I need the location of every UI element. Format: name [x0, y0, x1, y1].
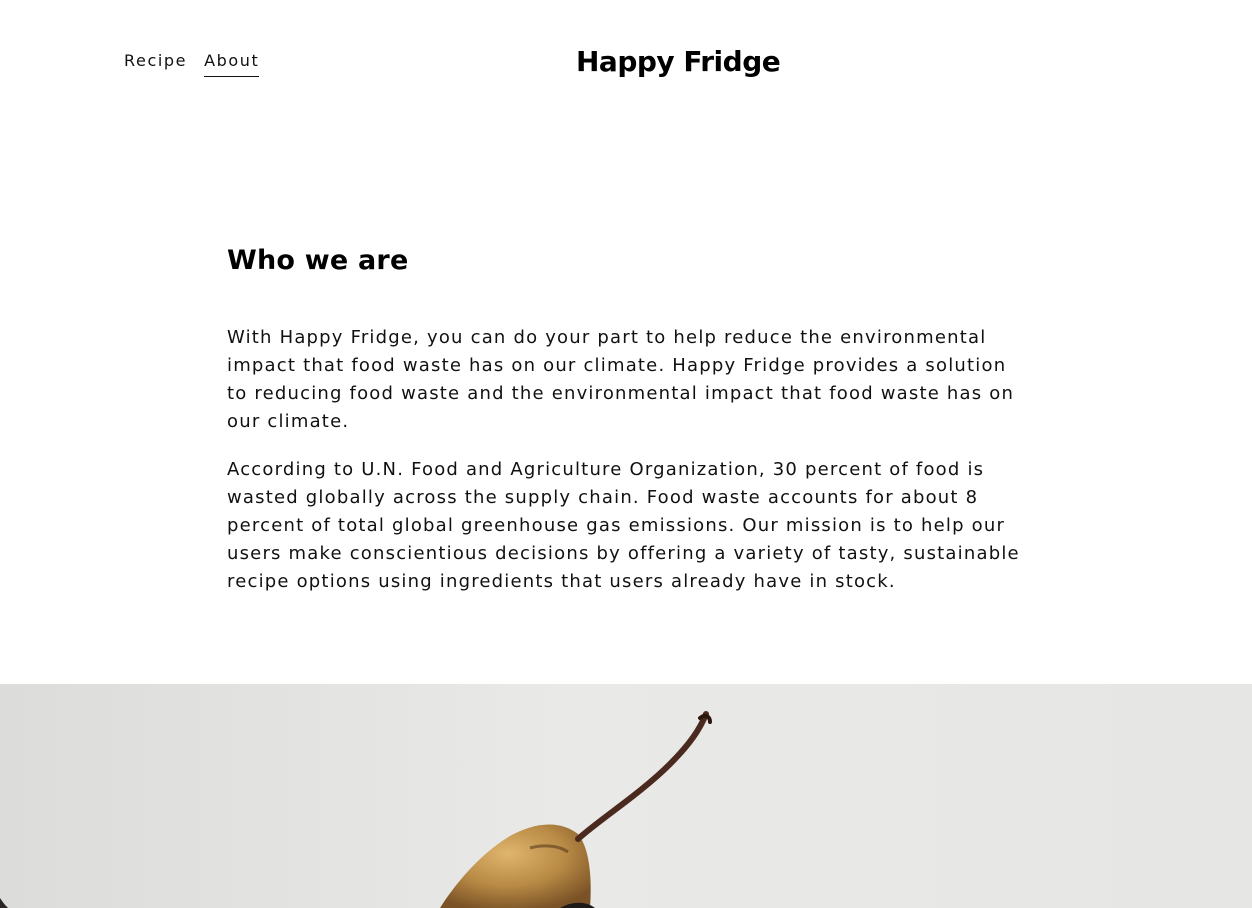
nav-link-recipe[interactable]: Recipe [124, 51, 187, 77]
intro-paragraph: With Happy Fridge, you can do your part … [227, 327, 1015, 432]
site-title[interactable]: Happy Fridge [576, 44, 781, 80]
section-heading: Who we are [227, 245, 409, 276]
mission-paragraph: According to U.N. Food and Agriculture O… [227, 459, 1020, 592]
hero-background [0, 684, 1252, 908]
about-page: Recipe About Happy Fridge Who we are Wit… [0, 0, 1252, 908]
hero-image [0, 684, 1252, 908]
pear-illustration [0, 684, 1252, 908]
site-header: Recipe About Happy Fridge [0, 0, 1252, 120]
nav-link-about[interactable]: About [204, 51, 260, 77]
about-section: Who we are With Happy Fridge, you can do… [227, 242, 1027, 616]
main-nav: Recipe About [124, 51, 260, 77]
